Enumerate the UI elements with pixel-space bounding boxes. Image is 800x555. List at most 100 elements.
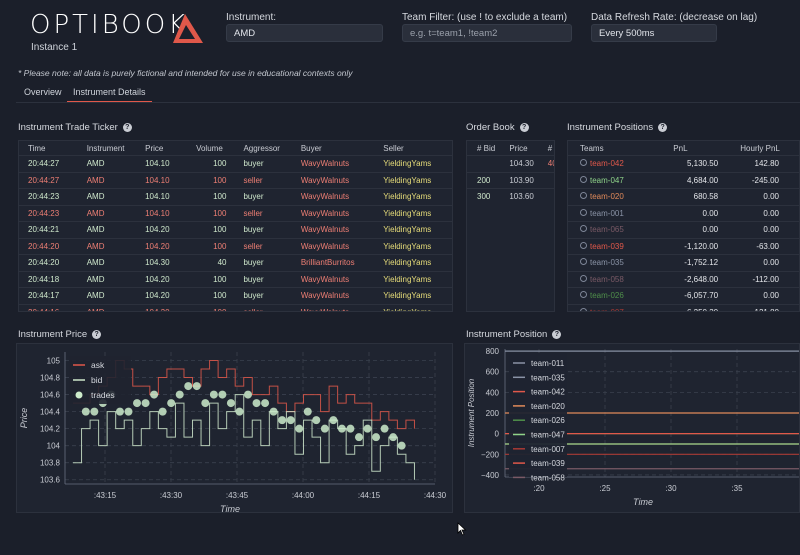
ticker-header-cell[interactable]: Volume	[193, 141, 240, 156]
trade-point[interactable]	[124, 407, 133, 416]
orderbook-row[interactable]: 200 103.90	[467, 171, 554, 189]
trade-point[interactable]	[278, 416, 287, 425]
trade-point[interactable]	[226, 399, 235, 408]
trade-point[interactable]	[150, 390, 159, 399]
position-team-name: team-065	[590, 225, 624, 235]
trade-point[interactable]	[133, 399, 142, 408]
refresh-rate-select[interactable]: Every 500ms	[591, 24, 717, 42]
help-icon[interactable]: ?	[92, 330, 102, 339]
positions-header-cell[interactable]: Hourly PnL	[721, 141, 799, 156]
tab-instrument-details[interactable]: Instrument Details	[67, 84, 152, 102]
position-pnl: 5,130.50	[659, 155, 722, 172]
trade-point[interactable]	[90, 407, 99, 416]
trade-point[interactable]	[337, 424, 346, 433]
positions-row[interactable]: team-001 0.00 0.00	[568, 204, 799, 222]
orderbook-header-cell[interactable]: Price	[506, 141, 544, 156]
trade-point[interactable]	[158, 407, 167, 416]
positions-row[interactable]: team-065 0.00 0.00	[568, 221, 799, 238]
orderbook-header-cell[interactable]: # Ask	[545, 141, 554, 156]
table-row[interactable]: 20:44:16AMD104.20100sellerWavyWalnutsYie…	[19, 303, 452, 311]
positions-row[interactable]: team-042 5,130.50 142.80	[568, 155, 799, 172]
table-row[interactable]: 20:44:20 AMD 104.20 100 seller WavyWalnuts Yie…	[19, 237, 452, 255]
trade-point[interactable]	[397, 441, 406, 450]
ticker-header-cell[interactable]: Aggressor	[240, 141, 297, 156]
legend-label: trades	[91, 390, 115, 400]
ticker-header-cell[interactable]: Instrument	[84, 141, 142, 156]
positions-row[interactable]: team-026 -6,057.70 0.00	[568, 287, 799, 304]
trade-point[interactable]	[184, 382, 193, 391]
ticker-cell-aggressor: buyer	[240, 287, 298, 304]
positions-header-cell[interactable]: Teams	[568, 141, 659, 156]
trade-point[interactable]	[303, 407, 312, 416]
ticker-cell-seller: YieldingYams	[380, 188, 452, 205]
trade-point[interactable]	[269, 407, 278, 416]
ticker-cell-volume: 100	[193, 221, 241, 238]
positions-header-cell[interactable]: PnL	[659, 141, 721, 156]
orderbook-row[interactable]: 300 103.60	[467, 188, 554, 205]
trade-point[interactable]	[252, 399, 261, 408]
table-row[interactable]: 20:44:23 AMD 104.10 100 buyer WavyWalnuts Yiel…	[19, 188, 452, 205]
trade-point[interactable]	[312, 416, 321, 425]
table-row[interactable]: 20:44:23 AMD 104.10 100 seller WavyWalnuts Yie…	[19, 204, 452, 222]
position-team-name: team-020	[590, 192, 624, 202]
table-row[interactable]: 20:44:27 AMD 104.10 100 seller WavyWalnuts Yie…	[19, 171, 452, 189]
positions-row[interactable]: team-039 -1,120.00 -63.00	[568, 237, 799, 255]
trade-point[interactable]	[209, 390, 218, 399]
table-row[interactable]: 20:44:18 AMD 104.20 100 buyer WavyWalnuts Yiel…	[19, 270, 452, 288]
trade-point[interactable]	[380, 424, 389, 433]
ticker-cell-price: 104.10	[142, 155, 194, 172]
help-icon[interactable]: ?	[519, 123, 529, 132]
trade-point[interactable]	[115, 407, 124, 416]
trade-point[interactable]	[354, 433, 363, 442]
team-filter-input[interactable]: e.g. t=team1, !team2	[402, 24, 572, 42]
ticker-cell-aggressor: seller	[240, 171, 298, 189]
trade-point[interactable]	[192, 382, 201, 391]
instrument-select[interactable]: AMD	[226, 24, 383, 42]
ticker-cell-price: 104.20	[142, 270, 194, 288]
trade-point[interactable]	[235, 407, 244, 416]
ticker-cell-buyer: WavyWalnuts	[297, 221, 381, 238]
trade-point[interactable]	[175, 390, 184, 399]
team-dot-icon	[580, 208, 587, 216]
trade-point[interactable]	[363, 424, 372, 433]
trade-point[interactable]	[167, 399, 176, 408]
trade-point[interactable]	[329, 416, 338, 425]
table-row[interactable]: 20:44:20 AMD 104.30 40 buyer BrilliantBurrito…	[19, 254, 452, 271]
help-icon[interactable]: ?	[122, 123, 132, 132]
position-x-tick-label: :25	[599, 484, 611, 493]
ticker-cell-aggressor: buyer	[240, 254, 298, 271]
trade-point[interactable]	[244, 390, 252, 399]
position-chart-title: Instrument Position?	[466, 329, 562, 340]
table-row[interactable]: 20:44:21 AMD 104.20 100 buyer WavyWalnuts Yiel…	[19, 221, 452, 238]
positions-row[interactable]: team-047 4,684.00 -245.00	[568, 171, 799, 189]
tab-overview[interactable]: Overview	[18, 84, 68, 101]
trade-point[interactable]	[389, 433, 398, 442]
trade-point[interactable]	[346, 424, 355, 433]
ticker-header-cell[interactable]: Buyer	[298, 141, 380, 156]
table-row[interactable]: 20:44:27 AMD 104.10 100 buyer WavyWalnuts Yiel…	[19, 155, 452, 172]
position-y-tick-label: 200	[486, 409, 500, 418]
trade-point[interactable]	[201, 399, 210, 408]
positions-row[interactable]: team-035 -1,752.12 0.00	[568, 254, 799, 271]
orderbook-bid	[467, 155, 507, 172]
trade-point[interactable]	[320, 424, 329, 433]
positions-row[interactable]: team-007 -6,250.30-121.80	[568, 303, 799, 311]
positions-row[interactable]: team-020 680.58 0.00	[568, 188, 799, 205]
ticker-cell-seller: YieldingYams	[380, 221, 452, 238]
help-icon[interactable]: ?	[552, 330, 562, 339]
trade-point[interactable]	[141, 399, 150, 408]
help-icon[interactable]: ?	[658, 123, 668, 132]
positions-row[interactable]: team-058 -2,648.00 -112.00	[568, 270, 799, 288]
ticker-header-cell[interactable]: Time	[19, 141, 84, 156]
trade-point[interactable]	[81, 407, 90, 416]
table-row[interactable]: 20:44:17 AMD 104.20 100 buyer WavyWalnuts Yiel…	[19, 287, 452, 304]
trade-point[interactable]	[261, 399, 270, 408]
trade-point[interactable]	[295, 424, 304, 433]
trade-point[interactable]	[372, 433, 381, 442]
trade-point[interactable]	[218, 390, 227, 399]
trade-point[interactable]	[286, 416, 295, 425]
ticker-header-cell[interactable]: Price	[142, 141, 193, 156]
orderbook-header-cell[interactable]: # Bid	[467, 141, 506, 156]
orderbook-row[interactable]: 104.30400	[467, 155, 554, 172]
ticker-header-cell[interactable]: Seller	[380, 141, 452, 156]
